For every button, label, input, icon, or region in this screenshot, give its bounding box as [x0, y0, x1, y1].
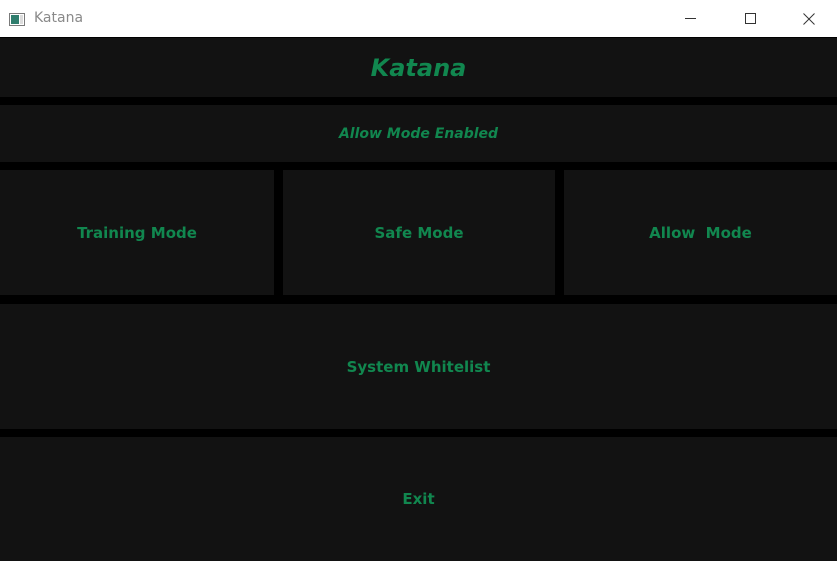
close-button[interactable] [780, 0, 837, 37]
app-header: Katana [0, 38, 837, 97]
minimize-icon [684, 13, 696, 24]
allow-mode-label: Allow Mode [649, 223, 752, 242]
training-mode-label: Training Mode [77, 223, 197, 242]
status-text: Allow Mode Enabled [338, 125, 499, 142]
app-window-icon [9, 11, 25, 26]
exit-label: Exit [402, 490, 435, 508]
system-whitelist-label: System Whitelist [346, 357, 491, 376]
safe-mode-button[interactable]: Safe Mode [283, 170, 555, 295]
training-mode-button[interactable]: Training Mode [0, 170, 274, 295]
app-title: Katana [370, 53, 467, 82]
window-title: Katana [34, 10, 84, 26]
maximize-button[interactable] [721, 0, 779, 37]
window-titlebar[interactable]: Katana [0, 0, 837, 37]
allow-mode-button[interactable]: Allow Mode [564, 170, 837, 295]
system-whitelist-button[interactable]: System Whitelist [0, 304, 837, 429]
minimize-button[interactable] [661, 0, 719, 37]
safe-mode-label: Safe Mode [374, 223, 464, 242]
maximize-icon [744, 13, 756, 24]
close-icon [803, 12, 815, 25]
status-bar: Allow Mode Enabled [0, 105, 837, 162]
exit-button[interactable]: Exit [0, 437, 837, 561]
